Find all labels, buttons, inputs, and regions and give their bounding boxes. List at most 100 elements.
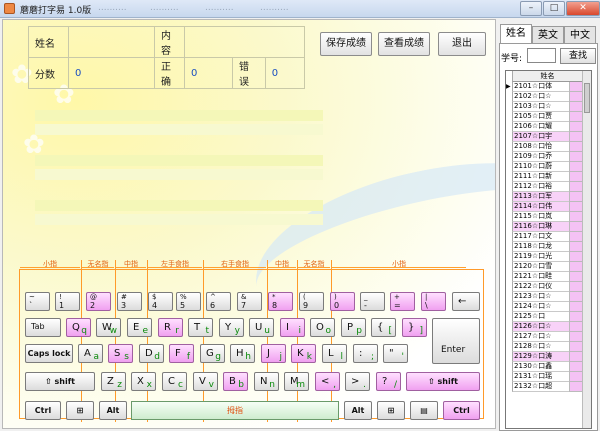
key-backspace[interactable]: ← — [452, 292, 480, 311]
windows-key-icon[interactable]: ⊞ — [66, 401, 94, 420]
key-w[interactable]: Ww — [96, 318, 121, 337]
key-v[interactable]: Vv — [193, 372, 218, 391]
key-backslash[interactable]: | \ — [421, 292, 446, 311]
key-i[interactable]: Ii — [280, 318, 305, 337]
key-minus[interactable]: _ - — [360, 292, 385, 311]
tab-chinese[interactable]: 中文 — [564, 26, 596, 44]
key-ctrl-right[interactable]: Ctrl — [443, 401, 480, 420]
key-s[interactable]: Ss — [108, 344, 133, 363]
key-5[interactable]: % 5 — [176, 292, 201, 311]
key-o[interactable]: Oo — [310, 318, 335, 337]
table-row[interactable]: 2105☆口贾 — [506, 112, 582, 122]
key-m[interactable]: Mm — [284, 372, 309, 391]
key-semicolon[interactable]: :; — [353, 344, 378, 363]
key-period[interactable]: >. — [345, 372, 370, 391]
key-0[interactable]: ) 0 — [330, 292, 355, 311]
table-row[interactable]: 2131☆口瑶 — [506, 372, 582, 382]
tab-english[interactable]: 英文 — [532, 26, 564, 44]
find-button[interactable]: 查找 — [560, 48, 596, 64]
key-p[interactable]: Pp — [341, 318, 366, 337]
key-6[interactable]: ^ 6 — [206, 292, 231, 311]
table-row[interactable]: 2125☆口 — [506, 312, 582, 322]
key-d[interactable]: Dd — [139, 344, 164, 363]
key-l[interactable]: Ll — [322, 344, 347, 363]
table-row[interactable]: 2120☆口雪 — [506, 262, 582, 272]
key-8[interactable]: * 8 — [268, 292, 293, 311]
key-enter[interactable]: Enter — [432, 318, 480, 364]
table-row[interactable]: 2116☆口琳 — [506, 222, 582, 232]
key-caps-lock[interactable]: Caps lock — [25, 344, 73, 363]
table-row[interactable]: 2121☆口畦 — [506, 272, 582, 282]
key-equals[interactable]: + = — [390, 292, 415, 311]
key-g[interactable]: Gg — [200, 344, 225, 363]
key-alt-left[interactable]: Alt — [99, 401, 127, 420]
table-row[interactable]: 2112☆口裕 — [506, 182, 582, 192]
key-7[interactable]: & 7 — [237, 292, 262, 311]
key-alt-right[interactable]: Alt — [344, 401, 372, 420]
key-j[interactable]: Jj — [261, 344, 286, 363]
table-row[interactable]: 2132☆口超 — [506, 382, 582, 392]
key-y[interactable]: Yy — [219, 318, 244, 337]
table-row[interactable]: ▶ 2101☆口体 — [506, 82, 582, 92]
key-shift-right[interactable]: ⇧ shift — [406, 372, 480, 391]
exit-button[interactable]: 退出 — [438, 32, 486, 56]
table-row[interactable]: 2102☆口☆ — [506, 92, 582, 102]
table-row[interactable]: 2117☆口文 — [506, 232, 582, 242]
key-2[interactable]: @2 — [86, 292, 111, 311]
table-row[interactable]: 2126☆口☆ — [506, 322, 582, 332]
key-bracket-right[interactable]: }] — [402, 318, 427, 337]
table-row[interactable]: 2109☆口乔 — [506, 152, 582, 162]
table-row[interactable]: 2107☆口宇 — [506, 132, 582, 142]
save-score-button[interactable]: 保存成绩 — [320, 32, 372, 56]
table-row[interactable]: 2108☆口怡 — [506, 142, 582, 152]
close-button[interactable]: ✕ — [566, 1, 600, 16]
table-row[interactable]: 2122☆口仪 — [506, 282, 582, 292]
table-row[interactable]: 2130☆口鑫 — [506, 362, 582, 372]
table-row[interactable]: 2128☆口☆ — [506, 342, 582, 352]
key-h[interactable]: Hh — [230, 344, 255, 363]
key-t[interactable]: Tt — [188, 318, 213, 337]
key-e[interactable]: Ee — [127, 318, 152, 337]
typing-line[interactable] — [35, 155, 323, 166]
table-row[interactable]: 2124☆口☆ — [506, 302, 582, 312]
key-9[interactable]: (9 — [299, 292, 324, 311]
table-row[interactable]: 2114☆口伟 — [506, 202, 582, 212]
minimize-button[interactable]: – — [520, 1, 542, 16]
key-x[interactable]: Xx — [131, 372, 156, 391]
table-row[interactable]: 2106☆口耀 — [506, 122, 582, 132]
key-4[interactable]: $4 — [148, 292, 173, 311]
student-id-input[interactable] — [527, 48, 556, 63]
vertical-scrollbar[interactable] — [582, 71, 591, 428]
windows-key-icon[interactable]: ⊞ — [377, 401, 405, 420]
key-r[interactable]: Rr — [158, 318, 183, 337]
table-row[interactable]: 2110☆口蔚 — [506, 162, 582, 172]
key-k[interactable]: Kk — [291, 344, 316, 363]
key-a[interactable]: Aa — [78, 344, 103, 363]
key-b[interactable]: Bb — [223, 372, 248, 391]
table-row[interactable]: 2113☆口军 — [506, 192, 582, 202]
table-row[interactable]: 2129☆口涛 — [506, 352, 582, 362]
typing-line[interactable] — [35, 200, 323, 211]
table-row[interactable]: 2127☆口☆ — [506, 332, 582, 342]
key-shift-left[interactable]: ⇧ shift — [25, 372, 95, 391]
key-tab[interactable]: Tab — [25, 318, 61, 337]
maximize-button[interactable]: □ — [543, 1, 565, 16]
key-c[interactable]: Cc — [162, 372, 187, 391]
key-u[interactable]: Uu — [249, 318, 274, 337]
typing-line[interactable] — [35, 124, 323, 135]
table-row[interactable]: 2103☆口☆ — [506, 102, 582, 112]
tab-name[interactable]: 姓名 — [500, 24, 532, 44]
key-ctrl-left[interactable]: Ctrl — [25, 401, 61, 420]
table-row[interactable]: 2118☆口龙 — [506, 242, 582, 252]
key-3[interactable]: #3 — [117, 292, 142, 311]
typing-line[interactable] — [35, 169, 323, 180]
scroll-thumb[interactable] — [584, 83, 590, 113]
key-backtick[interactable]: ~ ` — [25, 292, 50, 311]
table-row[interactable]: 2119☆口光 — [506, 252, 582, 262]
table-row[interactable]: 2123☆口☆ — [506, 292, 582, 302]
key-comma[interactable]: <, — [315, 372, 340, 391]
key-z[interactable]: Zz — [101, 372, 126, 391]
key-n[interactable]: Nn — [254, 372, 279, 391]
menu-key-icon[interactable]: ▤ — [410, 401, 438, 420]
key-1[interactable]: ! 1 — [55, 292, 80, 311]
